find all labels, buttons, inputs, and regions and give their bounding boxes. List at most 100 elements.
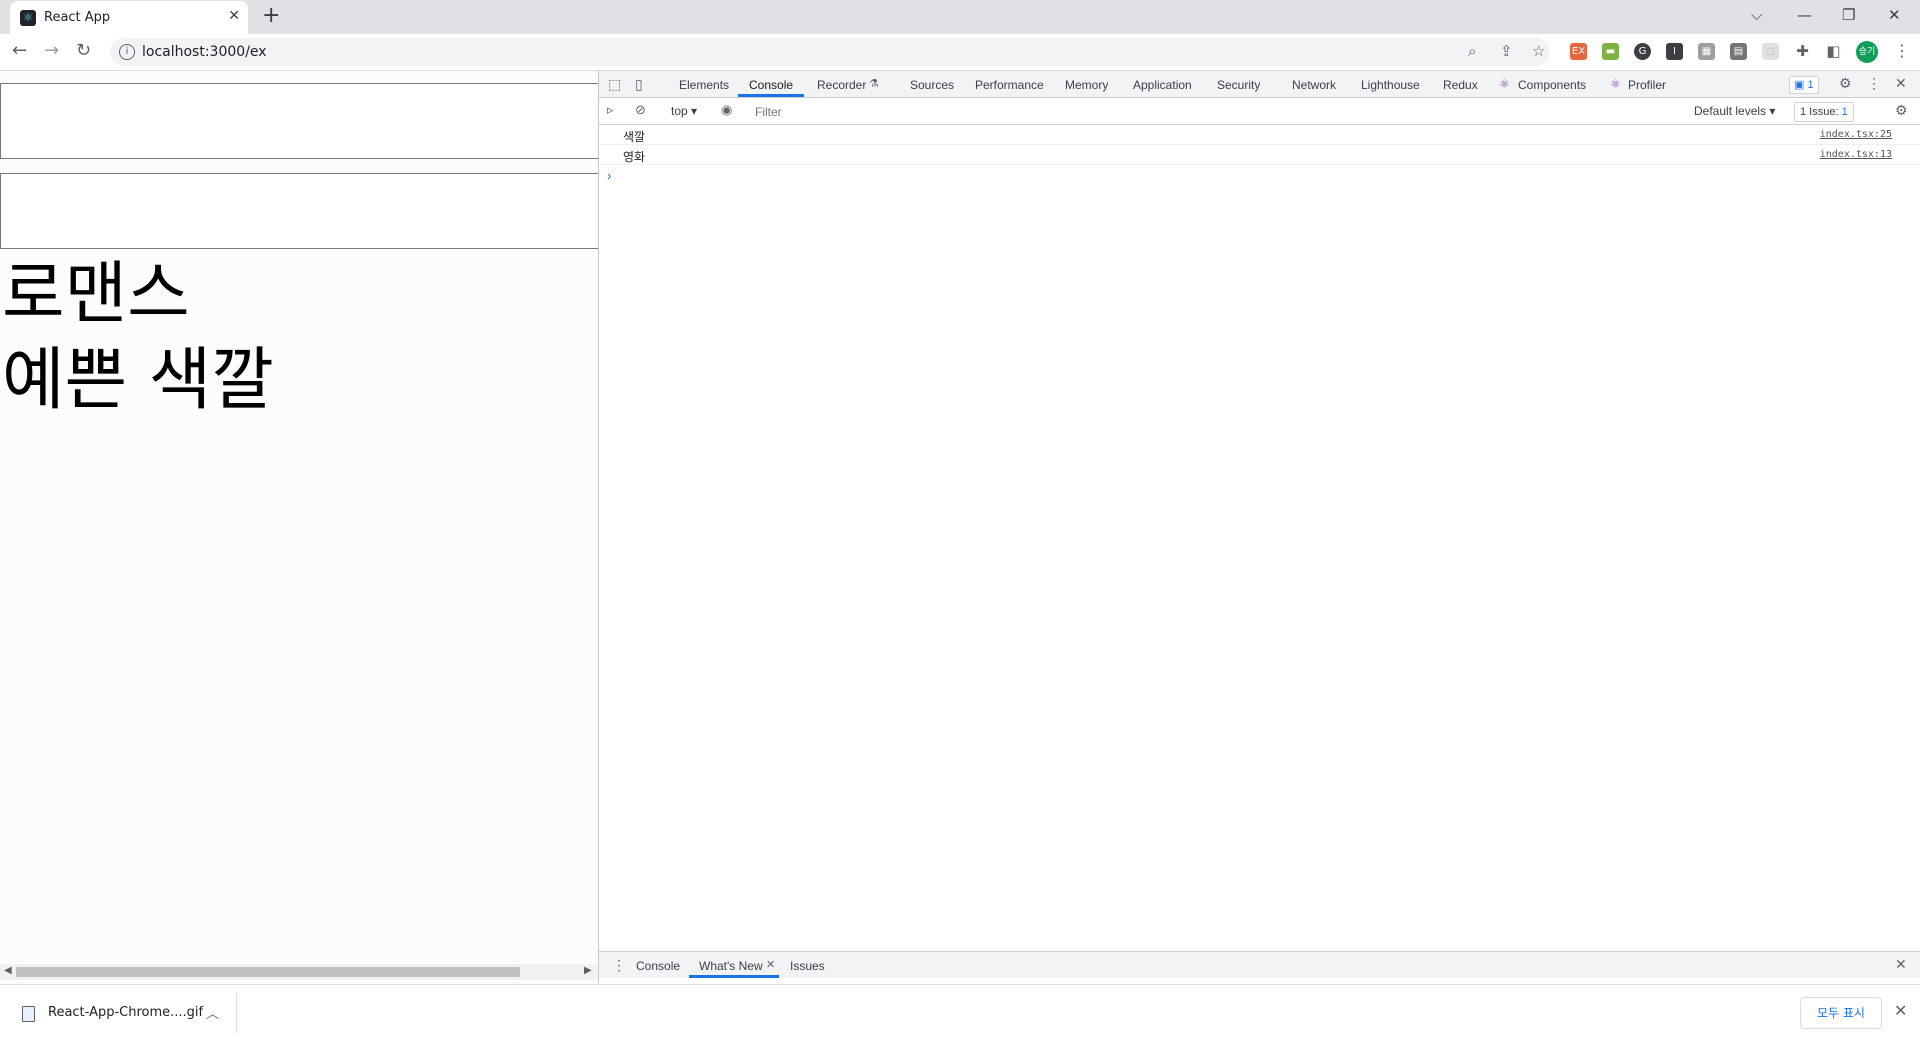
new-tab-button[interactable]: +: [262, 5, 280, 27]
devtools-panel: ⬚ ▯ Elements Console Recorder ⚗ Sources …: [599, 71, 1920, 984]
chrome-menu-icon[interactable]: ⋮: [1894, 41, 1910, 60]
devtools-tab-bar: ⬚ ▯ Elements Console Recorder ⚗ Sources …: [599, 71, 1920, 98]
device-toolbar-icon[interactable]: ▯: [635, 76, 643, 93]
tab-close-icon[interactable]: ✕: [228, 8, 240, 24]
tab-performance[interactable]: Performance: [975, 78, 1044, 92]
log-source-link[interactable]: index.tsx:25: [1820, 129, 1892, 140]
site-info-icon[interactable]: i: [119, 44, 135, 60]
scroll-right-icon[interactable]: ▶: [584, 965, 592, 976]
drawer-tab-whats-new[interactable]: What's New: [699, 959, 763, 973]
ext-icon-1[interactable]: EX: [1570, 43, 1587, 60]
window-close-button[interactable]: ✕: [1888, 6, 1901, 24]
live-expression-eye-icon[interactable]: ◉: [721, 102, 732, 118]
tab-memory[interactable]: Memory: [1065, 78, 1108, 92]
ext-icon-7[interactable]: ◌: [1762, 43, 1779, 60]
tab-strip: ⚛ React App ✕ + ⌵ — ❐ ✕: [0, 0, 1920, 34]
address-bar[interactable]: i localhost:3000/ex ⌕ ⇪ ☆: [110, 38, 1550, 66]
devtools-menu-icon[interactable]: ⋮: [1867, 75, 1881, 92]
tab-application[interactable]: Application: [1133, 78, 1192, 92]
settings-gear-icon[interactable]: ⚙: [1839, 75, 1852, 92]
download-shelf: React-App-Chrome....gif ︿ 모두 표시 ✕: [0, 984, 1920, 1041]
zoom-icon[interactable]: ⌕: [1468, 42, 1476, 60]
shelf-divider: [236, 993, 237, 1033]
ext-icon-3[interactable]: G: [1634, 43, 1651, 60]
context-selector[interactable]: top ▾: [671, 104, 697, 118]
browser-toolbar: ← → ↻ i localhost:3000/ex ⌕ ⇪ ☆: [0, 34, 1920, 71]
sidebar-toggle-icon[interactable]: ▹: [607, 102, 614, 118]
reload-icon[interactable]: ↻: [76, 40, 91, 62]
genre-text: 로맨스: [2, 255, 190, 334]
log-message: 영화: [623, 150, 646, 164]
extensions-puzzle-icon[interactable]: ✚: [1794, 43, 1811, 60]
tab-redux[interactable]: Redux: [1443, 78, 1478, 92]
side-panel-icon[interactable]: ◧: [1825, 43, 1842, 60]
forward-icon[interactable]: →: [44, 40, 59, 62]
devtools-close-icon[interactable]: ✕: [1895, 75, 1907, 92]
file-icon: [22, 1006, 35, 1022]
tab-components[interactable]: Components: [1518, 78, 1586, 92]
log-message: 색깔: [623, 130, 646, 144]
tab-search-icon[interactable]: ⌵: [1751, 6, 1762, 24]
ext-icon-4[interactable]: I: [1666, 43, 1683, 60]
active-tab-indicator: [738, 94, 804, 97]
log-levels-dropdown[interactable]: Default levels ▾: [1694, 104, 1775, 118]
tab-security[interactable]: Security: [1217, 78, 1260, 92]
drawer-tab-console[interactable]: Console: [636, 959, 680, 973]
react-profiler-icon: ⚛: [1610, 77, 1621, 91]
issues-label: 1 Issue:: [1800, 106, 1839, 118]
profile-avatar[interactable]: 승기: [1856, 41, 1878, 63]
tab-elements[interactable]: Elements: [679, 78, 729, 92]
color-text: 예쁜 색깔: [2, 341, 274, 420]
chevron-up-icon[interactable]: ︿: [206, 1003, 219, 1022]
console-filter-input[interactable]: [753, 101, 1687, 123]
tab-recorder[interactable]: Recorder: [817, 78, 866, 92]
page-viewport: 로맨스 예쁜 색깔 ◀ ▶: [0, 71, 599, 984]
react-favicon-icon: ⚛: [20, 10, 36, 26]
drawer-tab-close-icon[interactable]: ✕: [766, 958, 775, 971]
tab-title: React App: [44, 10, 111, 25]
tab-console[interactable]: Console: [749, 78, 793, 92]
browser-tab[interactable]: ⚛ React App ✕: [10, 1, 248, 34]
color-input[interactable]: [0, 173, 598, 249]
shelf-close-icon[interactable]: ✕: [1894, 1001, 1907, 1020]
ext-icon-5[interactable]: ▦: [1698, 43, 1715, 60]
horizontal-scrollbar[interactable]: ◀ ▶: [0, 964, 598, 980]
tab-profiler[interactable]: Profiler: [1628, 78, 1666, 92]
context-label: top: [671, 104, 688, 118]
bookmark-star-icon[interactable]: ☆: [1532, 42, 1545, 60]
inspect-element-icon[interactable]: ⬚: [608, 76, 621, 93]
console-log-row: 영화 index.tsx:13: [599, 145, 1920, 165]
download-file-name[interactable]: React-App-Chrome....gif: [48, 1005, 203, 1020]
drawer-tab-issues[interactable]: Issues: [790, 959, 825, 973]
restore-button[interactable]: ❐: [1842, 6, 1855, 24]
drawer-active-indicator: [689, 975, 779, 978]
log-source-link[interactable]: index.tsx:13: [1820, 149, 1892, 160]
tab-network[interactable]: Network: [1292, 78, 1336, 92]
console-log-row: 색깔 index.tsx:25: [599, 125, 1920, 145]
tab-sources[interactable]: Sources: [910, 78, 954, 92]
console-settings-icon[interactable]: ⚙: [1895, 102, 1908, 119]
movie-input[interactable]: [0, 83, 598, 159]
devtools-drawer-tabs: ⋮ Console What's New ✕ Issues ✕: [599, 951, 1920, 978]
react-components-icon: ⚛: [1499, 77, 1510, 91]
console-toolbar: ▹ ⊘ top ▾ ◉ Default levels ▾ 1 Issue: 1 …: [599, 98, 1920, 125]
tab-lighthouse[interactable]: Lighthouse: [1361, 78, 1420, 92]
issues-counter-button[interactable]: 1 Issue: 1: [1794, 102, 1854, 122]
drawer-close-icon[interactable]: ✕: [1895, 956, 1907, 973]
console-prompt[interactable]: ›: [607, 168, 611, 183]
messages-badge[interactable]: ▣ 1: [1789, 76, 1819, 94]
drawer-menu-icon[interactable]: ⋮: [612, 957, 626, 974]
messages-count: 1: [1807, 79, 1814, 91]
share-icon[interactable]: ⇪: [1500, 42, 1513, 60]
scroll-left-icon[interactable]: ◀: [4, 965, 12, 976]
clear-console-icon[interactable]: ⊘: [635, 102, 646, 118]
ext-icon-6[interactable]: ▤: [1730, 43, 1747, 60]
url-text[interactable]: localhost:3000/ex: [142, 44, 267, 60]
minimize-button[interactable]: —: [1797, 6, 1812, 24]
show-all-button[interactable]: 모두 표시: [1800, 997, 1882, 1029]
ext-icon-2[interactable]: ▬: [1602, 43, 1619, 60]
back-icon[interactable]: ←: [12, 40, 27, 62]
log-levels-label: Default levels: [1694, 104, 1767, 118]
scrollbar-thumb[interactable]: [16, 967, 520, 977]
issues-count: 1: [1841, 106, 1848, 118]
